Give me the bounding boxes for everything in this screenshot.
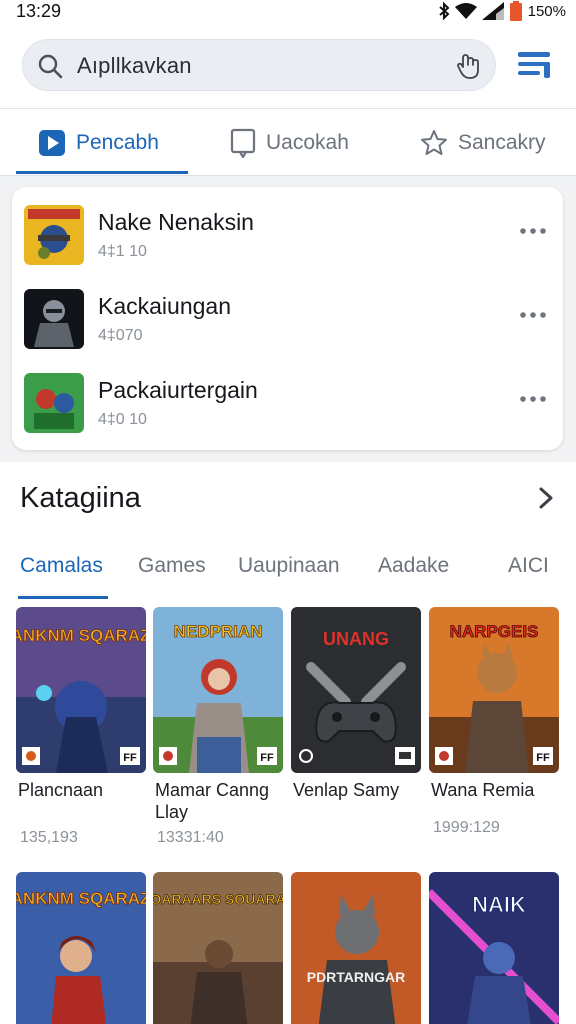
app-icon [24,289,84,349]
app-size: 4‡070 [98,327,143,344]
svg-text:FF: FF [123,752,137,764]
game-cover-title: SUANKNM SQARAZAN [16,889,146,908]
tab-label: Pencabh [76,130,159,154]
category-tab-indicator [18,596,108,599]
chevron-right-icon[interactable] [538,486,554,510]
game-cover: PDRTARNGAR [291,872,421,1024]
search-icon [38,54,63,79]
status-icons: 150% [438,1,566,21]
app-icon [24,205,84,265]
menu-icon[interactable] [516,48,552,82]
game-cover-title: NEDPRIAN [174,622,263,641]
tab-uacokah[interactable]: Uacokah [230,109,349,176]
game-cover-title: SOARAARS SOUARAS [153,891,283,907]
tab-label: Sancakry [458,130,546,154]
game-card[interactable]: NARPGEIS FF Wana Remia 1999:129 [429,607,559,847]
game-count: 135,193 [20,829,78,846]
category-tab[interactable]: Games [138,554,206,578]
game-card[interactable]: UNANG Venlap Samy [291,607,421,847]
svg-text:FF: FF [260,752,274,764]
game-cover-title: PDRTARNGAR [307,969,406,985]
more-icon[interactable] [519,311,547,319]
recent-apps-card: Nake Nenaksin 4‡1 10 Kackaiungan 4‡070 P… [12,187,563,450]
battery-icon [509,1,522,21]
list-item[interactable]: Packaiurtergain 4‡0 10 [12,359,563,435]
game-cover-title: UNANG [323,629,389,649]
tab-pencabh[interactable]: Pencabh [38,109,159,176]
search-input[interactable]: Aıpllkavkan [77,53,192,79]
game-card[interactable]: SUANKNM SQARAZAN [16,872,146,1024]
app-size: 4‡0 10 [98,411,147,428]
tab-sancakry[interactable]: Sancakry [420,109,546,176]
game-cover: NARPGEIS FF [429,607,559,773]
more-icon[interactable] [519,227,547,235]
tablet-icon [230,128,256,158]
app-size: 4‡1 10 [98,243,147,260]
game-title: Mamar Canng Llay [155,780,270,822]
app-header: Aıpllkavkan [0,26,576,108]
list-item[interactable]: Kackaiungan 4‡070 [12,275,563,351]
game-cover: NAIK [429,872,559,1024]
game-cover-title: NAIK [472,892,526,917]
section-title: Katagiina [20,482,141,514]
category-tab[interactable]: Aadake [378,554,449,578]
app-name: Nake Nenaksin [98,209,254,235]
categories-section: Katagiina Camalas Games Uaupinaan Aadake… [0,462,576,1024]
search-bar[interactable]: Aıpllkavkan [22,39,496,91]
game-card[interactable]: SUANKNM SQARAZAN FF Plancnaan 135,193 [16,607,146,847]
status-time: 13:29 [16,1,62,21]
category-tab[interactable]: Camalas [20,554,103,578]
game-cover: UNANG [291,607,421,773]
app-icon [24,373,84,433]
game-cover: SUANKNM SQARAZAN [16,872,146,1024]
bluetooth-icon [438,2,450,20]
hand-icon[interactable] [455,51,483,81]
game-title: Plancnaan [18,780,104,800]
game-title: Venlap Samy [293,780,400,800]
game-count: 13331:40 [157,829,224,846]
list-item[interactable]: Nake Nenaksin 4‡1 10 [12,191,563,267]
main-tabs: Pencabh Uacokah Sancakry [0,108,576,176]
game-card[interactable]: NAIK [429,872,559,1024]
tab-active-indicator [16,171,188,174]
category-tab[interactable]: AICI [508,554,549,578]
game-card[interactable]: NEDPRIAN FF Mamar Canng Llay 13331:40 [153,607,283,847]
status-bar: 13:29 150% [0,0,576,26]
signal-icon [481,2,504,20]
svg-text:FF: FF [536,752,550,764]
play-icon [39,129,65,156]
star-icon [421,129,447,155]
game-cover-title: SUANKNM SQARAZAN [16,626,146,645]
game-count: 1999:129 [433,819,500,836]
game-cover: NEDPRIAN FF [153,607,283,773]
more-icon[interactable] [519,395,547,403]
game-card[interactable]: PDRTARNGAR [291,872,421,1024]
app-name: Kackaiungan [98,293,231,319]
category-tab[interactable]: Uaupinaan [238,554,340,578]
game-cover: SUANKNM SQARAZAN FF [16,607,146,773]
game-cover: SOARAARS SOUARAS [153,872,283,1024]
game-cover-title: NARPGEIS [450,622,539,641]
game-card[interactable]: SOARAARS SOUARAS [153,872,283,1024]
battery-percent: 150% [527,2,566,20]
tab-label: Uacokah [266,130,349,154]
game-title: Wana Remia [431,780,535,800]
app-name: Packaiurtergain [98,377,258,403]
wifi-icon [454,3,477,19]
